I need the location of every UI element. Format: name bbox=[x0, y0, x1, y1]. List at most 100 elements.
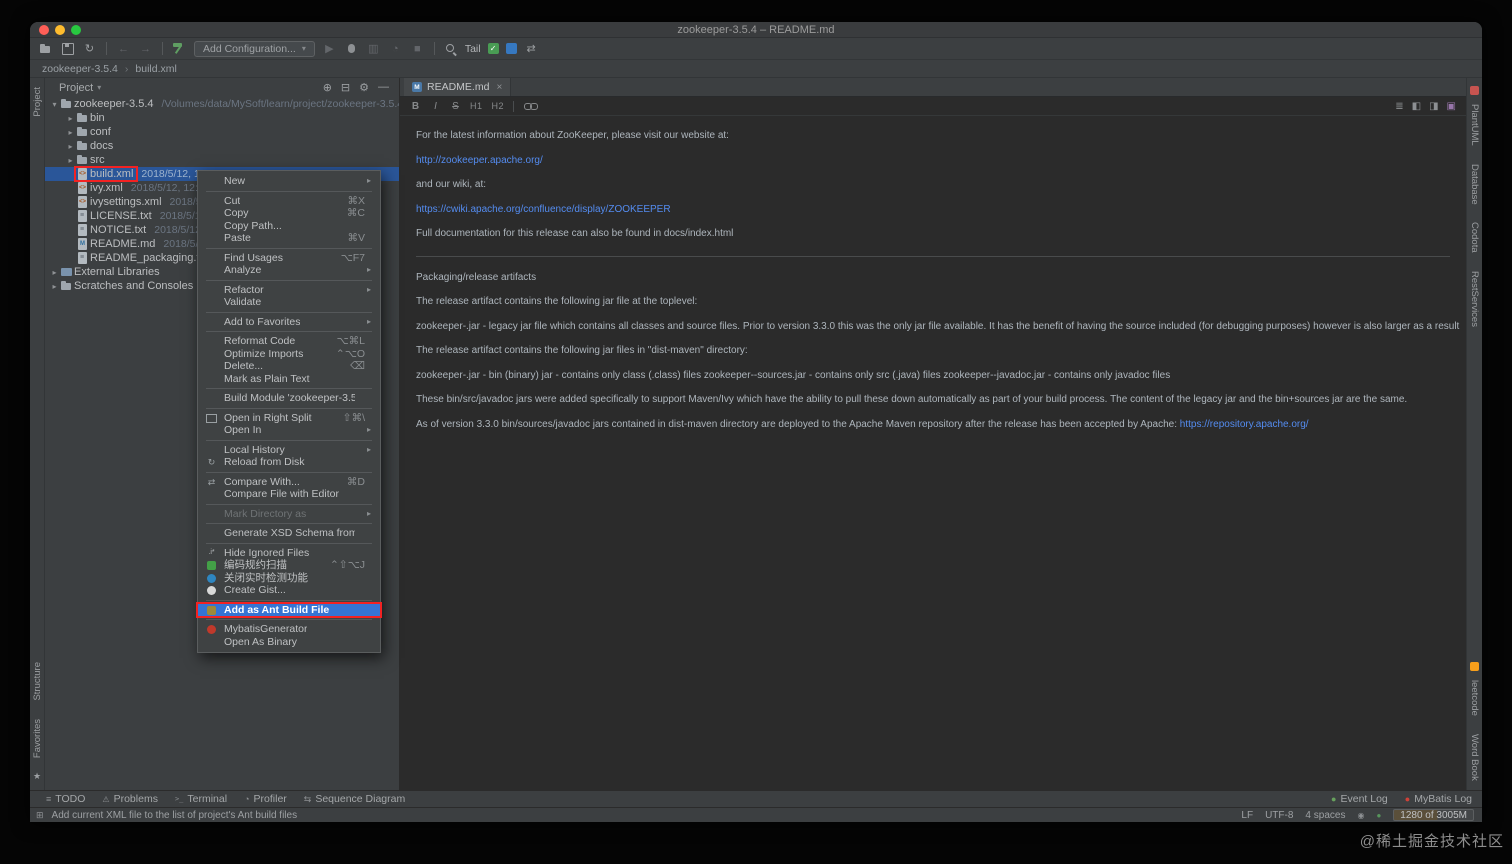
tool-window-button-project[interactable]: Project bbox=[32, 87, 43, 117]
tool-window-button[interactable]: Database bbox=[1469, 164, 1480, 205]
stop-icon[interactable]: ■ bbox=[410, 41, 425, 56]
tree-item[interactable]: src bbox=[76, 154, 108, 166]
paragraph-link[interactable]: http://zookeeper.apache.org/ bbox=[416, 155, 543, 166]
menu-item[interactable]: Mark Directory as ▸ bbox=[198, 508, 380, 521]
menu-item[interactable]: Optimize Imports ⌃⌥O bbox=[198, 348, 380, 361]
menu-item[interactable]: Copy Path... bbox=[198, 220, 380, 233]
locate-file-icon[interactable]: ⊕ bbox=[323, 81, 332, 94]
tree-item[interactable]: docs bbox=[76, 140, 116, 152]
menu-item[interactable]: Build Module 'zookeeper-3.5.4' bbox=[198, 392, 380, 405]
hide-panel-icon[interactable]: — bbox=[378, 81, 389, 94]
markdown-format-button[interactable]: B bbox=[410, 101, 421, 112]
build-hammer-icon[interactable] bbox=[172, 41, 187, 56]
tool-window-button[interactable]: PlantUML bbox=[1469, 104, 1480, 146]
menu-item[interactable]: Generate XSD Schema from XML File... bbox=[198, 527, 380, 540]
menu-item[interactable]: Add to Favorites ▸ bbox=[198, 316, 380, 329]
close-window-button[interactable] bbox=[39, 25, 49, 35]
tool-window-button[interactable]: Profiler bbox=[244, 793, 287, 805]
tree-item[interactable]: README.md bbox=[76, 238, 158, 250]
markdown-format-button[interactable]: I bbox=[430, 101, 441, 112]
menu-item[interactable]: Find Usages ⌥F7 bbox=[198, 252, 380, 265]
plugin-check-icon[interactable]: ✓ bbox=[487, 43, 499, 54]
menu-item[interactable] bbox=[206, 471, 372, 473]
menu-item[interactable] bbox=[206, 190, 372, 192]
tree-item[interactable]: Scratches and Consoles bbox=[60, 280, 196, 292]
tool-window-button[interactable]: Event Log bbox=[1331, 793, 1387, 805]
back-icon[interactable]: ← bbox=[116, 41, 131, 56]
menu-item[interactable]: Compare File with Editor bbox=[198, 488, 380, 501]
split-view-icon[interactable]: ◨ bbox=[1429, 101, 1438, 112]
sync-icon[interactable]: ↻ bbox=[82, 41, 97, 56]
menu-item[interactable] bbox=[206, 311, 372, 313]
preview-only-icon[interactable]: ▣ bbox=[1447, 101, 1456, 112]
grep-console-icon[interactable]: ● bbox=[1376, 811, 1381, 820]
tree-item[interactable]: ivysettings.xml bbox=[76, 196, 165, 208]
tree-item[interactable]: bin bbox=[76, 112, 108, 124]
editor-content[interactable]: For the latest information about ZooKeep… bbox=[400, 116, 1466, 790]
tool-window-button[interactable]: Codota bbox=[1469, 222, 1480, 253]
menu-item[interactable]: Copy ⌘C bbox=[198, 207, 380, 220]
menu-item[interactable]: Local History ▸ bbox=[198, 444, 380, 457]
memory-indicator[interactable]: 1280 of 3005M bbox=[1393, 809, 1474, 821]
tool-window-button[interactable]: Problems bbox=[102, 793, 158, 805]
tool-window-switcher-icon[interactable]: ⊞ bbox=[36, 810, 44, 821]
editor-only-icon[interactable]: ◧ bbox=[1412, 101, 1421, 112]
insert-link-icon[interactable] bbox=[523, 100, 539, 112]
menu-item[interactable]: Create Gist... bbox=[198, 584, 380, 597]
tool-window-button[interactable]: MyBatis Log bbox=[1405, 793, 1472, 805]
paragraph-link[interactable]: https://repository.apache.org/ bbox=[1180, 419, 1309, 430]
tail-plugin-label[interactable]: Tail bbox=[465, 43, 481, 55]
tree-chevron-icon[interactable]: ▸ bbox=[65, 142, 76, 151]
toc-icon[interactable]: ≣ bbox=[1395, 101, 1403, 112]
menu-item[interactable]: Open in Right Split ⇧⌘\ bbox=[198, 412, 380, 425]
tab-readme[interactable]: M README.md × bbox=[404, 78, 512, 96]
tree-item[interactable]: README_packaging.txt bbox=[76, 252, 211, 264]
save-all-icon[interactable] bbox=[60, 41, 75, 56]
menu-item[interactable]: Cut ⌘X bbox=[198, 195, 380, 208]
menu-item[interactable]: Reload from Disk bbox=[198, 456, 380, 469]
tool-window-button[interactable]: Word Book bbox=[1469, 734, 1480, 781]
tree-row[interactable]: ▸ bin bbox=[45, 111, 399, 125]
tree-chevron-icon[interactable]: ▸ bbox=[65, 128, 76, 137]
tree-item[interactable]: zookeeper-3.5.4 bbox=[60, 98, 157, 110]
markdown-format-button[interactable]: H2 bbox=[492, 101, 505, 111]
menu-item[interactable] bbox=[206, 542, 372, 544]
tree-item[interactable]: ivy.xml bbox=[76, 182, 126, 194]
menu-item[interactable] bbox=[206, 388, 372, 389]
menu-item[interactable]: Open As Binary bbox=[198, 636, 380, 649]
tree-row[interactable]: ▾ zookeeper-3.5.4 /Volumes/data/MySoft/l… bbox=[45, 97, 399, 111]
coverage-icon[interactable]: ▥ bbox=[366, 41, 381, 56]
menu-item[interactable] bbox=[206, 331, 372, 332]
read-lock-icon[interactable]: ◉ bbox=[1357, 811, 1364, 820]
menu-item[interactable] bbox=[206, 503, 372, 505]
breadcrumb-item[interactable]: zookeeper-3.5.4 bbox=[42, 63, 118, 75]
tool-window-button[interactable]: TODO bbox=[46, 793, 85, 805]
zoom-window-button[interactable] bbox=[71, 25, 81, 35]
titlebar[interactable]: zookeeper-3.5.4 – README.md bbox=[30, 22, 1482, 38]
tree-row[interactable]: ▸ conf bbox=[45, 125, 399, 139]
run-icon[interactable]: ▶ bbox=[322, 41, 337, 56]
status-segment[interactable]: UTF-8 bbox=[1265, 810, 1293, 821]
status-segment[interactable]: LF bbox=[1241, 810, 1253, 821]
tree-row[interactable]: ▸ docs bbox=[45, 139, 399, 153]
tree-item[interactable]: LICENSE.txt bbox=[76, 210, 155, 222]
status-segment[interactable]: 4 spaces bbox=[1305, 810, 1345, 821]
menu-item[interactable]: MybatisGenerator bbox=[198, 623, 380, 636]
menu-item[interactable]: Delete... ⌫ bbox=[198, 360, 380, 373]
menu-item[interactable]: Compare With... ⌘D bbox=[198, 476, 380, 489]
tree-chevron-icon[interactable]: ▸ bbox=[49, 268, 60, 277]
favorites-star-icon[interactable]: ★ bbox=[33, 771, 41, 782]
menu-item[interactable] bbox=[206, 279, 372, 281]
menu-item[interactable]: Mark as Plain Text bbox=[198, 373, 380, 386]
menu-item[interactable]: Reformat Code ⌥⌘L bbox=[198, 335, 380, 348]
menu-item[interactable]: Open In ▸ bbox=[198, 424, 380, 437]
project-view-selector[interactable]: Project bbox=[59, 82, 93, 94]
tree-chevron-icon[interactable]: ▸ bbox=[49, 282, 60, 291]
tree-row[interactable]: ▸ src bbox=[45, 153, 399, 167]
markdown-format-button[interactable]: H1 bbox=[470, 101, 483, 111]
open-icon[interactable] bbox=[38, 41, 53, 56]
run-configuration-dropdown[interactable]: Add Configuration... ▾ bbox=[194, 40, 315, 57]
tree-item[interactable]: NOTICE.txt bbox=[76, 224, 149, 236]
menu-item[interactable]: 编码规约扫描 ⌃⇧⌥J bbox=[198, 559, 380, 572]
minimize-window-button[interactable] bbox=[55, 25, 65, 35]
